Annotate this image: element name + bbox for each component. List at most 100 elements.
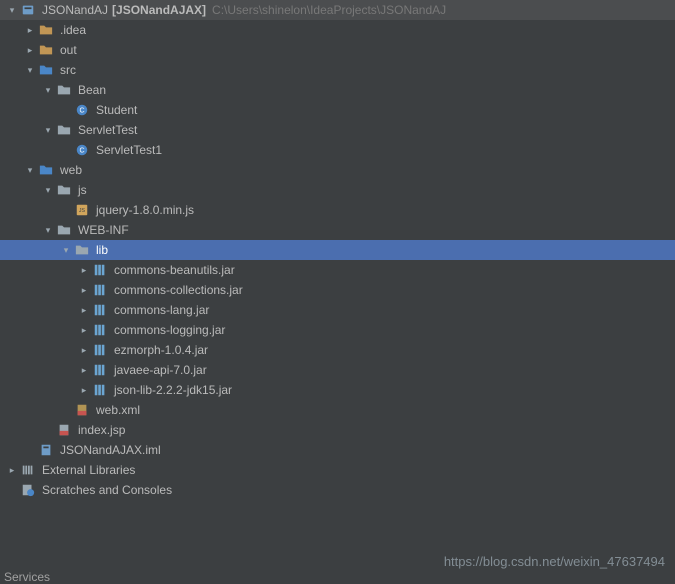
jar-jsonlib[interactable]: json-lib-2.2.2-jdk15.jar — [0, 380, 675, 400]
chevron-down-icon[interactable] — [40, 225, 56, 236]
jar-icon — [92, 262, 108, 278]
folder-js[interactable]: js — [0, 180, 675, 200]
jar-icon — [92, 382, 108, 398]
jar-ezmorph[interactable]: ezmorph-1.0.4.jar — [0, 340, 675, 360]
svg-text:C: C — [79, 108, 84, 115]
folder-lib[interactable]: lib — [0, 240, 675, 260]
folder-icon — [74, 242, 90, 258]
folder-icon — [56, 182, 72, 198]
folder-label: .idea — [60, 23, 86, 37]
jar-lang[interactable]: commons-lang.jar — [0, 300, 675, 320]
web-folder-icon — [38, 162, 54, 178]
folder-idea[interactable]: .idea — [0, 20, 675, 40]
file-label: index.jsp — [78, 423, 125, 437]
chevron-right-icon[interactable] — [76, 285, 92, 296]
jar-label: commons-collections.jar — [114, 283, 243, 297]
project-tree: JSONandAJ [JSONandAJAX] C:\Users\shinelo… — [0, 0, 675, 500]
project-root[interactable]: JSONandAJ [JSONandAJAX] C:\Users\shinelo… — [0, 0, 675, 20]
jar-label: commons-logging.jar — [114, 323, 225, 337]
file-iml[interactable]: JSONandAJAX.iml — [0, 440, 675, 460]
jar-label: ezmorph-1.0.4.jar — [114, 343, 208, 357]
folder-src[interactable]: src — [0, 60, 675, 80]
class-icon: C — [74, 102, 90, 118]
module-icon — [20, 2, 36, 18]
file-indexjsp[interactable]: index.jsp — [0, 420, 675, 440]
chevron-right-icon[interactable] — [76, 305, 92, 316]
jar-beanutils[interactable]: commons-beanutils.jar — [0, 260, 675, 280]
jar-logging[interactable]: commons-logging.jar — [0, 320, 675, 340]
chevron-right-icon[interactable] — [76, 385, 92, 396]
package-label: ServletTest — [78, 123, 137, 137]
iml-file-icon — [38, 442, 54, 458]
project-bold-name: [JSONandAJAX] — [112, 3, 206, 17]
js-file-icon: JS — [74, 202, 90, 218]
file-label: JSONandAJAX.iml — [60, 443, 161, 457]
folder-out[interactable]: out — [0, 40, 675, 60]
jar-label: javaee-api-7.0.jar — [114, 363, 207, 377]
library-icon — [20, 462, 36, 478]
jar-label: commons-lang.jar — [114, 303, 209, 317]
jar-collections[interactable]: commons-collections.jar — [0, 280, 675, 300]
folder-label: web — [60, 163, 82, 177]
chevron-right-icon[interactable] — [22, 25, 38, 36]
chevron-right-icon[interactable] — [22, 45, 38, 56]
folder-label: out — [60, 43, 77, 57]
chevron-down-icon[interactable] — [40, 85, 56, 96]
jar-javaee[interactable]: javaee-api-7.0.jar — [0, 360, 675, 380]
class-label: Student — [96, 103, 137, 117]
package-label: Bean — [78, 83, 106, 97]
external-label: External Libraries — [42, 463, 135, 477]
chevron-down-icon[interactable] — [58, 245, 74, 256]
folder-label: WEB-INF — [78, 223, 129, 237]
chevron-right-icon[interactable] — [4, 465, 20, 476]
folder-webinf[interactable]: WEB-INF — [0, 220, 675, 240]
jar-icon — [92, 282, 108, 298]
jar-label: commons-beanutils.jar — [114, 263, 235, 277]
source-folder-icon — [38, 62, 54, 78]
chevron-down-icon[interactable] — [40, 185, 56, 196]
watermark-text: https://blog.csdn.net/weixin_47637494 — [444, 554, 665, 569]
chevron-down-icon[interactable] — [22, 165, 38, 176]
xml-file-icon — [74, 402, 90, 418]
jsp-file-icon — [56, 422, 72, 438]
chevron-down-icon[interactable] — [4, 5, 20, 16]
jar-icon — [92, 362, 108, 378]
folder-label: js — [78, 183, 87, 197]
class-label: ServletTest1 — [96, 143, 162, 157]
package-bean[interactable]: Bean — [0, 80, 675, 100]
svg-text:C: C — [79, 148, 84, 155]
file-label: jquery-1.8.0.min.js — [96, 203, 194, 217]
chevron-right-icon[interactable] — [76, 265, 92, 276]
file-jquery[interactable]: JS jquery-1.8.0.min.js — [0, 200, 675, 220]
class-servlettest1[interactable]: C ServletTest1 — [0, 140, 675, 160]
package-servlettest[interactable]: ServletTest — [0, 120, 675, 140]
folder-label: lib — [96, 243, 108, 257]
folder-web[interactable]: web — [0, 160, 675, 180]
services-tab[interactable]: Services — [4, 570, 50, 584]
external-libraries[interactable]: External Libraries — [0, 460, 675, 480]
jar-label: json-lib-2.2.2-jdk15.jar — [114, 383, 232, 397]
class-icon: C — [74, 142, 90, 158]
svg-text:JS: JS — [79, 208, 86, 214]
chevron-right-icon[interactable] — [76, 345, 92, 356]
jar-icon — [92, 342, 108, 358]
folder-icon — [56, 222, 72, 238]
scratch-icon — [20, 482, 36, 498]
chevron-down-icon[interactable] — [22, 65, 38, 76]
jar-icon — [92, 322, 108, 338]
package-icon — [56, 122, 72, 138]
scratches-consoles[interactable]: Scratches and Consoles — [0, 480, 675, 500]
class-student[interactable]: C Student — [0, 100, 675, 120]
chevron-right-icon[interactable] — [76, 325, 92, 336]
file-webxml[interactable]: web.xml — [0, 400, 675, 420]
folder-label: src — [60, 63, 76, 77]
chevron-down-icon[interactable] — [40, 125, 56, 136]
jar-icon — [92, 302, 108, 318]
folder-icon — [38, 42, 54, 58]
project-path: C:\Users\shinelon\IdeaProjects\JSONandAJ — [212, 3, 446, 17]
project-name: JSONandAJ — [42, 3, 108, 17]
package-icon — [56, 82, 72, 98]
file-label: web.xml — [96, 403, 140, 417]
chevron-right-icon[interactable] — [76, 365, 92, 376]
folder-icon — [38, 22, 54, 38]
